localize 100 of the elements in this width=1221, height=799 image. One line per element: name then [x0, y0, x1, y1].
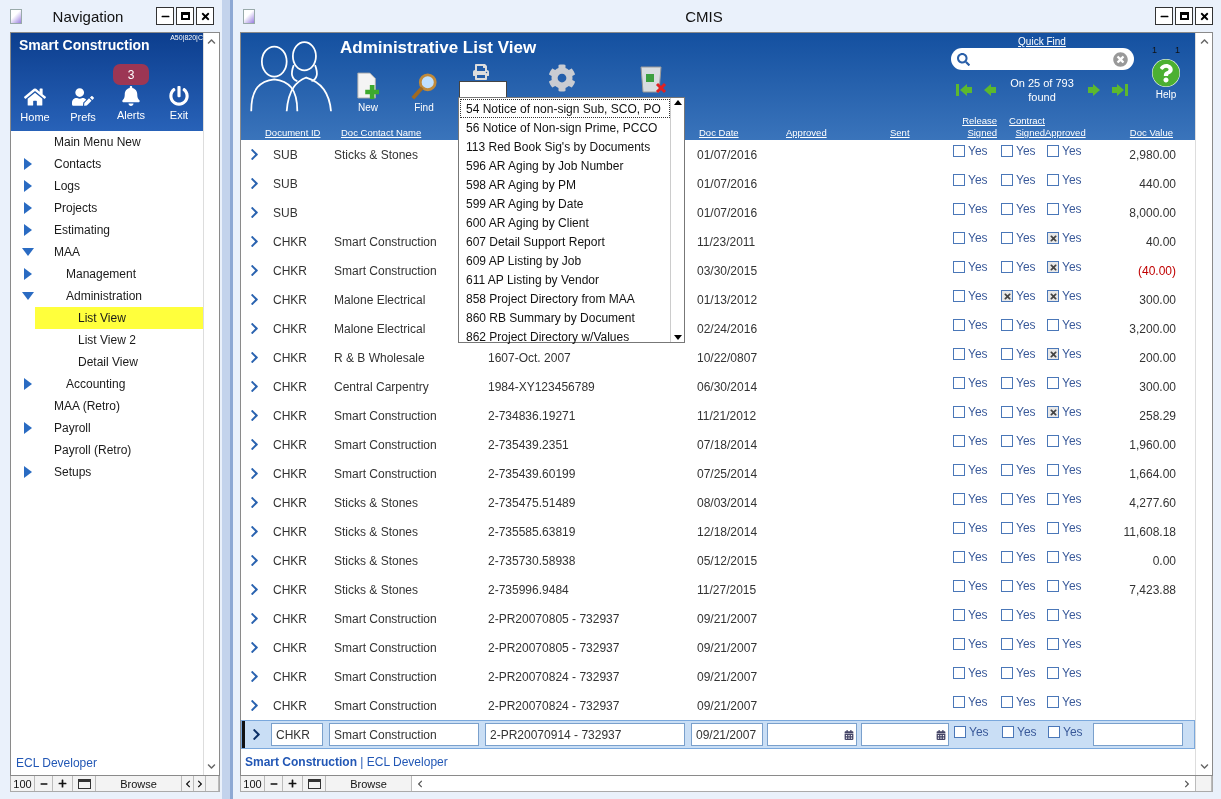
checkbox[interactable] [1047, 290, 1059, 302]
expand-arrow-icon[interactable] [21, 158, 34, 170]
checkbox[interactable] [1001, 638, 1013, 650]
menu-item[interactable]: 607 Detail Support Report [460, 232, 670, 251]
checkbox[interactable] [1047, 493, 1059, 505]
tree-item[interactable]: Main Menu New [35, 131, 203, 153]
checkbox[interactable] [1047, 261, 1059, 273]
menu-item[interactable]: 54 Notice of non-sign Sub, SCO, PO [460, 99, 670, 118]
menu-item[interactable]: 862 Project Directory w/Values [460, 327, 670, 346]
tree-item[interactable]: Accounting [35, 373, 203, 395]
tree-item[interactable]: Projects [35, 197, 203, 219]
checkbox[interactable] [953, 261, 965, 273]
minimize-button[interactable] [1155, 7, 1173, 25]
menu-scrollbar[interactable] [670, 98, 684, 342]
checkbox[interactable] [953, 522, 965, 534]
checkbox[interactable] [1001, 464, 1013, 476]
selected-row[interactable]: CHKR Smart Construction 2-PR20070914 - 732937 09/21/2007 Yes Yes Yes [241, 720, 1195, 749]
expand-arrow-icon[interactable] [21, 466, 34, 478]
checkbox[interactable] [1001, 261, 1013, 273]
layout-icon[interactable] [77, 778, 91, 789]
expand-arrow-icon[interactable] [21, 268, 34, 280]
tree-item[interactable]: List View 2 [35, 329, 203, 351]
checkbox[interactable] [953, 580, 965, 592]
maximize-button[interactable] [176, 7, 194, 25]
tree-item[interactable]: MAA (Retro) [35, 395, 203, 417]
scroll-left-icon[interactable] [183, 779, 192, 788]
checkbox[interactable] [1047, 667, 1059, 679]
checkbox[interactable] [953, 435, 965, 447]
checkbox[interactable] [953, 319, 965, 331]
checkbox[interactable] [1047, 551, 1059, 563]
tree-item[interactable]: List View [35, 307, 203, 329]
checkbox[interactable] [1047, 174, 1059, 186]
checkbox[interactable] [1047, 580, 1059, 592]
checkbox[interactable] [953, 203, 965, 215]
checkbox[interactable] [1047, 522, 1059, 534]
checkbox[interactable] [1047, 406, 1059, 418]
checkbox[interactable] [953, 232, 965, 244]
doc-value-field[interactable] [1093, 723, 1183, 746]
column-header[interactable]: Doc Contact Name [341, 127, 422, 139]
menu-item[interactable]: 609 AP Listing by Job [460, 251, 670, 270]
checkbox[interactable] [1047, 319, 1059, 331]
user-link[interactable]: ECL Developer [16, 756, 97, 770]
checkbox[interactable] [1001, 145, 1013, 157]
zoom-level[interactable]: 100 [241, 776, 265, 791]
menu-item[interactable]: 611 AP Listing by Vendor [460, 270, 670, 289]
mode-label[interactable]: Browse [96, 776, 182, 791]
footer-links[interactable]: Smart Construction | ECL Developer [245, 755, 448, 769]
help-button[interactable]: Help [1152, 59, 1180, 100]
row-arrow-icon[interactable] [250, 728, 263, 741]
checkbox[interactable] [1001, 522, 1013, 534]
checkbox[interactable] [1047, 203, 1059, 215]
layout-icon[interactable] [307, 778, 321, 789]
checkbox[interactable] [953, 638, 965, 650]
column-header[interactable]: Doc Date [699, 127, 739, 139]
printer-icon[interactable] [473, 64, 489, 80]
find-button[interactable]: Find [396, 72, 452, 113]
column-header[interactable]: Approved [1045, 127, 1086, 139]
checkbox[interactable] [1001, 551, 1013, 563]
checkbox[interactable] [1047, 377, 1059, 389]
expand-arrow-icon[interactable] [21, 378, 34, 390]
exit-button[interactable]: Exit [169, 86, 189, 123]
prefs-button[interactable]: Prefs [70, 86, 96, 123]
tree-item[interactable]: Management [35, 263, 203, 285]
zoom-in-icon[interactable] [288, 779, 297, 788]
checkbox[interactable] [953, 290, 965, 302]
checkbox[interactable] [953, 493, 965, 505]
menu-item[interactable]: 858 Project Directory from MAA [460, 289, 670, 308]
menu-item[interactable]: 599 AR Aging by Date [460, 194, 670, 213]
checkbox[interactable] [1001, 435, 1013, 447]
checkbox[interactable] [1001, 609, 1013, 621]
checkbox[interactable] [1048, 726, 1060, 738]
column-header[interactable]: Contract Signed [999, 115, 1045, 139]
checkbox[interactable] [953, 551, 965, 563]
tree-item[interactable]: MAA [35, 241, 203, 263]
checkbox[interactable] [1001, 580, 1013, 592]
checkbox[interactable] [954, 726, 966, 738]
checkbox[interactable] [1047, 145, 1059, 157]
column-header[interactable]: Release Signed [951, 115, 997, 139]
calendar-icon[interactable] [936, 729, 946, 740]
first-record-icon[interactable] [955, 82, 973, 98]
close-button[interactable] [1195, 7, 1213, 25]
column-header[interactable]: Doc Value [1129, 127, 1173, 139]
checkbox[interactable] [1001, 319, 1013, 331]
column-header[interactable]: Approved [786, 127, 827, 139]
expand-arrow-icon[interactable] [21, 422, 34, 434]
document-id-field[interactable]: 2-PR20070914 - 732937 [485, 723, 685, 746]
zoom-level[interactable]: 100 [11, 776, 35, 791]
checkbox[interactable] [1001, 493, 1013, 505]
checkbox[interactable] [1001, 290, 1013, 302]
scroll-up-icon[interactable] [673, 100, 682, 105]
contact-field[interactable]: Smart Construction [329, 723, 479, 746]
approved-date-field[interactable] [767, 723, 857, 746]
checkbox[interactable] [1047, 232, 1059, 244]
zoom-in-icon[interactable] [58, 779, 67, 788]
doc-date-field[interactable]: 09/21/2007 [691, 723, 763, 746]
collapse-arrow-icon[interactable] [21, 246, 34, 258]
scroll-down-icon[interactable] [673, 335, 682, 340]
checkbox[interactable] [1047, 464, 1059, 476]
checkbox[interactable] [1001, 406, 1013, 418]
maximize-button[interactable] [1175, 7, 1193, 25]
